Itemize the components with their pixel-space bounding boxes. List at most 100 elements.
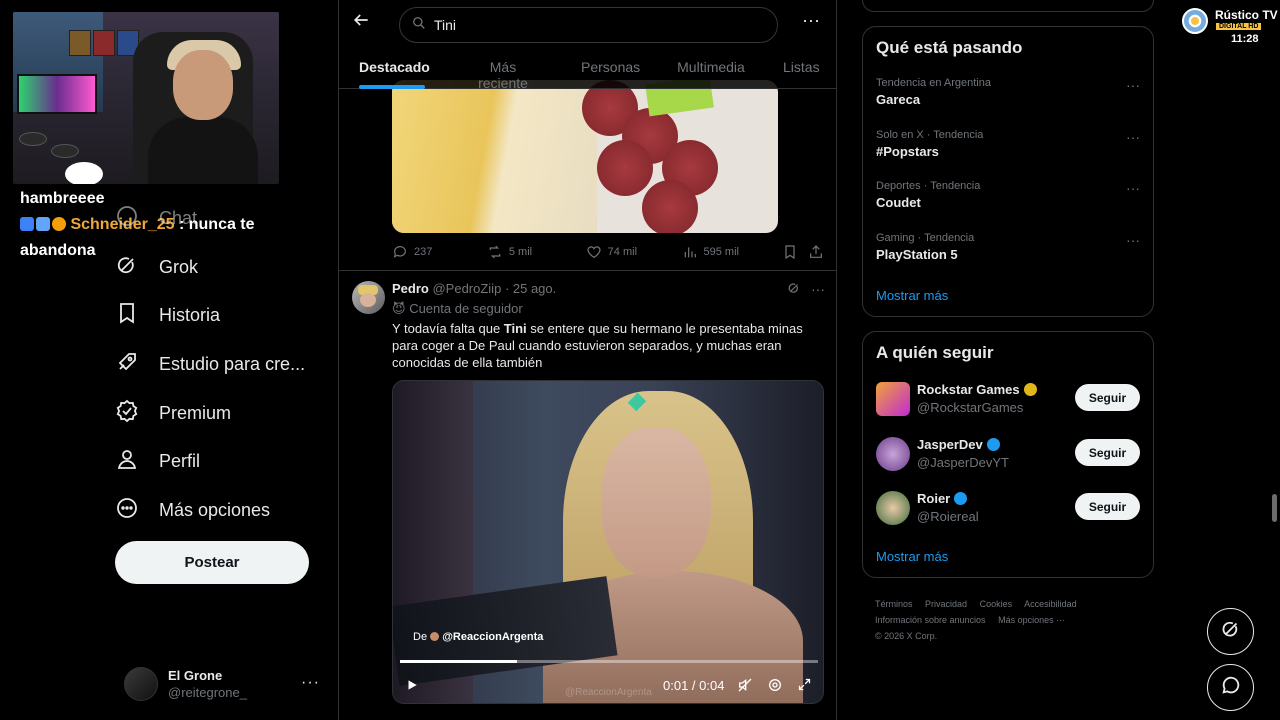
- more-icon[interactable]: ···: [1126, 232, 1140, 248]
- search-input[interactable]: [434, 17, 734, 33]
- more-icon[interactable]: ···: [1126, 180, 1140, 196]
- account-switcher[interactable]: El Grone @reitegrone_ ···: [124, 664, 334, 704]
- fullscreen-icon[interactable]: [797, 677, 812, 695]
- left-sidebar: hambreeee Schneider_25 : nunca te abando…: [0, 0, 338, 720]
- follow-suggestion[interactable]: JasperDev @JasperDevYT Seguir: [876, 437, 1142, 473]
- more-icon[interactable]: ···: [1126, 129, 1140, 145]
- trend-name: PlayStation 5: [876, 247, 958, 262]
- tweet-author-handle[interactable]: @PedroZiip: [432, 281, 501, 296]
- avatar: [430, 632, 440, 641]
- who-to-follow-title: A quién seguir: [876, 343, 994, 362]
- video-progress-bar[interactable]: [400, 660, 818, 663]
- footer-link[interactable]: Privacidad: [925, 599, 967, 609]
- tweet-author-name[interactable]: Pedro: [392, 281, 429, 296]
- views-count: 595 mil: [703, 246, 739, 258]
- like-button[interactable]: 74 mil: [586, 244, 682, 260]
- follow-button[interactable]: Seguir: [1075, 439, 1140, 466]
- settings-icon[interactable]: [767, 677, 783, 696]
- views-button[interactable]: 595 mil: [682, 244, 783, 260]
- nav-item-historia[interactable]: Historia: [115, 293, 220, 337]
- clock: 11:28: [1231, 33, 1259, 45]
- bookmark-button[interactable]: [782, 244, 808, 260]
- search-icon: [412, 16, 426, 35]
- show-more-link[interactable]: Mostrar más: [876, 288, 948, 303]
- like-count: 74 mil: [607, 246, 638, 258]
- bookmark-icon: [785, 245, 795, 260]
- footer-link[interactable]: Información sobre anuncios: [875, 615, 986, 625]
- grok-float-button[interactable]: [1207, 608, 1254, 655]
- nav-item-grok[interactable]: Grok: [115, 245, 198, 289]
- footer-link[interactable]: Accesibilidad: [1024, 599, 1077, 609]
- share-button[interactable]: [808, 244, 824, 260]
- argentina-flag-icon: [1182, 8, 1208, 34]
- tab-destacado[interactable]: Destacado: [359, 52, 430, 89]
- trend-item[interactable]: Solo en X · Tendencia #Popstars ···: [876, 129, 1142, 159]
- chat-badges: [20, 217, 66, 231]
- reply-button[interactable]: 237: [392, 244, 487, 260]
- suggestion-handle: @JasperDevYT: [917, 455, 1009, 470]
- nav-item-perfil[interactable]: Perfil: [115, 439, 200, 483]
- suggestion-handle: @RockstarGames: [917, 400, 1024, 415]
- video-time: 0:01 / 0:04: [663, 678, 725, 693]
- more-icon[interactable]: ···: [802, 10, 820, 31]
- show-more-link[interactable]: Mostrar más: [876, 549, 948, 564]
- footer-link[interactable]: Términos: [875, 599, 913, 609]
- avatar: [876, 491, 910, 525]
- suggestion-name: JasperDev: [917, 437, 983, 452]
- nav-item-chat[interactable]: Chat: [115, 196, 197, 240]
- more-icon[interactable]: ···: [301, 674, 320, 692]
- tab-mas-reciente[interactable]: Más reciente: [465, 52, 541, 91]
- nav-item-estudio[interactable]: Estudio para cre...: [115, 342, 305, 386]
- follow-suggestion[interactable]: Roier @Roiereal Seguir: [876, 491, 1142, 527]
- digital-badge: DIGITAL HD: [1216, 23, 1262, 30]
- avatar: [876, 437, 910, 471]
- repost-button[interactable]: 5 mil: [487, 244, 586, 260]
- tweet-header-icons: ···: [787, 281, 825, 298]
- scrollbar-thumb[interactable]: [1272, 494, 1277, 522]
- grok-icon[interactable]: [787, 281, 801, 298]
- search-header: ··· Destacado Más reciente Personas Mult…: [339, 0, 836, 91]
- tab-multimedia[interactable]: Multimedia: [677, 52, 745, 89]
- channel-name: Rústico TV: [1215, 8, 1278, 22]
- mute-icon[interactable]: [737, 677, 753, 696]
- blue-verified-icon: [954, 492, 968, 505]
- account-handle: @reitegrone_: [168, 685, 247, 700]
- video-progress-fill: [400, 660, 518, 663]
- trend-item[interactable]: Deportes · Tendencia Coudet ···: [876, 180, 1142, 210]
- person-icon: [115, 447, 139, 476]
- more-icon[interactable]: ···: [811, 281, 825, 298]
- mask-icon: 😈: [392, 301, 406, 316]
- search-tabs: Destacado Más reciente Personas Multimed…: [339, 52, 836, 91]
- more-icon[interactable]: ···: [1126, 77, 1140, 93]
- trend-item[interactable]: Gaming · Tendencia PlayStation 5 ···: [876, 232, 1142, 262]
- nav-item-mas-opciones[interactable]: Más opciones: [115, 488, 270, 532]
- tab-personas[interactable]: Personas: [581, 52, 640, 89]
- footer-links: Términos Privacidad Cookies Accesibilida…: [875, 596, 1145, 644]
- play-icon[interactable]: [405, 678, 419, 695]
- more-circle-icon: [115, 496, 139, 525]
- tweet-date[interactable]: · 25 ago.: [505, 281, 556, 296]
- post-button[interactable]: Postear: [115, 541, 309, 584]
- trend-category: Gaming · Tendencia: [876, 232, 975, 244]
- trend-item[interactable]: Tendencia en Argentina Gareca ···: [876, 77, 1142, 107]
- messages-float-button[interactable]: [1207, 664, 1254, 711]
- back-arrow-icon[interactable]: [351, 10, 375, 34]
- tweet-media-image[interactable]: [392, 80, 778, 233]
- footer-link[interactable]: Cookies: [980, 599, 1013, 609]
- main-timeline: 237 5 mil 74 mil 595 mil Pedro @PedroZii…: [338, 0, 837, 720]
- tweet-header: Pedro @PedroZiip · 25 ago.: [392, 281, 556, 296]
- tab-listas[interactable]: Listas: [783, 52, 820, 89]
- blue-verified-icon: [986, 438, 1000, 451]
- search-bar[interactable]: [399, 7, 778, 43]
- nav-item-premium[interactable]: Premium: [115, 391, 231, 435]
- chat-icon: [115, 204, 139, 233]
- follow-suggestion[interactable]: Rockstar Games @RockstarGames Seguir: [876, 382, 1142, 418]
- nav-item-label: Más opciones: [159, 499, 271, 520]
- follow-button[interactable]: Seguir: [1075, 384, 1140, 411]
- footer-link[interactable]: Más opciones ···: [998, 615, 1065, 625]
- nav-item-label: Grok: [159, 256, 199, 277]
- follow-button[interactable]: Seguir: [1075, 493, 1140, 520]
- avatar[interactable]: [352, 281, 385, 314]
- verified-icon: [115, 399, 139, 428]
- video-player[interactable]: De @ReaccionArgenta @ReaccionArgenta 0:0…: [392, 380, 824, 704]
